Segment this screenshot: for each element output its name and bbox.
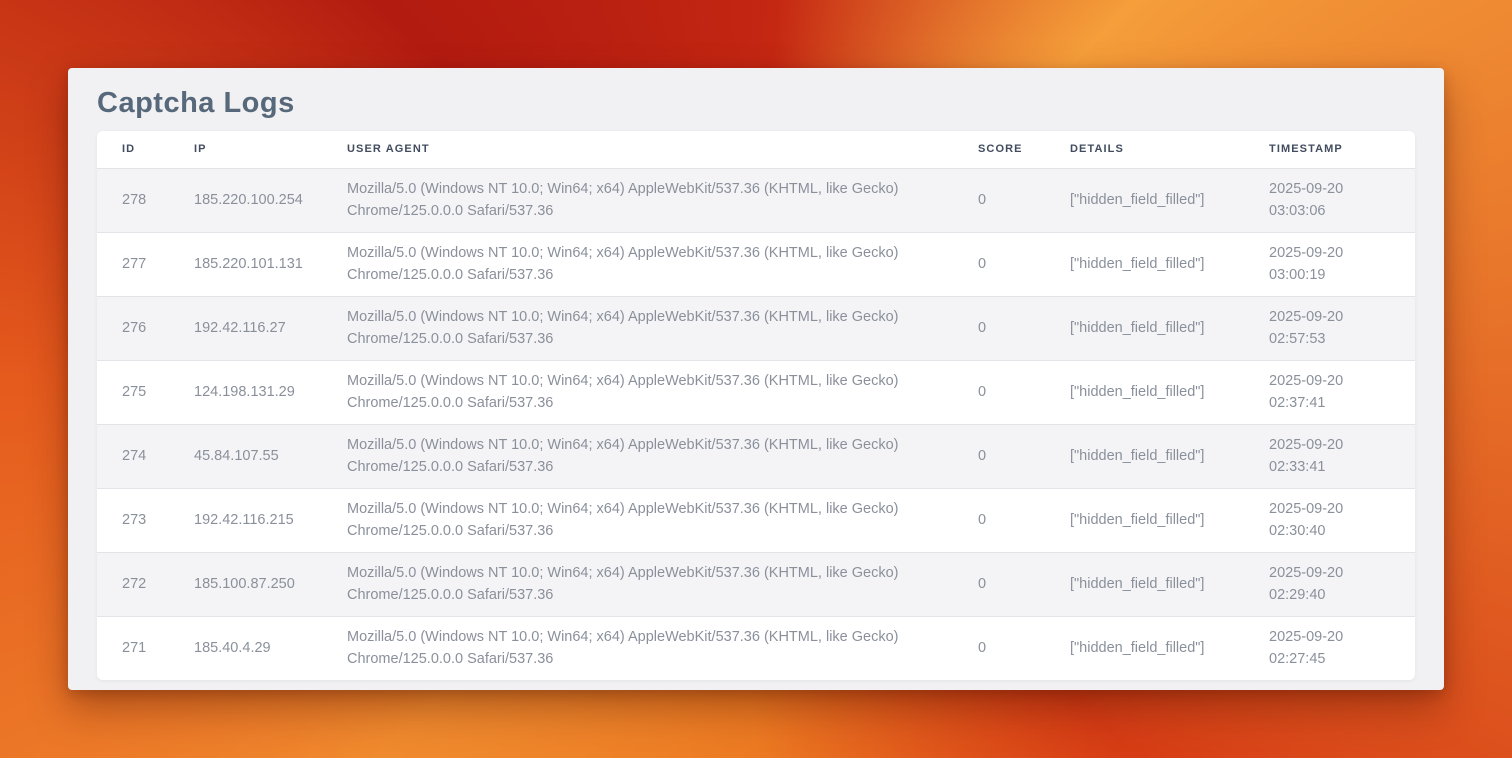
cell-id: 273: [97, 488, 194, 552]
table-row: 275 124.198.131.29 Mozilla/5.0 (Windows …: [97, 360, 1415, 424]
cell-id: 272: [97, 552, 194, 616]
cell-user-agent: Mozilla/5.0 (Windows NT 10.0; Win64; x64…: [347, 168, 978, 232]
cell-score: 0: [978, 616, 1070, 680]
table-row: 272 185.100.87.250 Mozilla/5.0 (Windows …: [97, 552, 1415, 616]
cell-ip: 185.100.87.250: [194, 552, 347, 616]
column-header: TIMESTAMP: [1269, 131, 1415, 168]
cell-score: 0: [978, 168, 1070, 232]
cell-user-agent: Mozilla/5.0 (Windows NT 10.0; Win64; x64…: [347, 296, 978, 360]
cell-id: 274: [97, 424, 194, 488]
cell-details: ["hidden_field_filled"]: [1070, 552, 1269, 616]
page-title: Captcha Logs: [97, 68, 1415, 122]
cell-user-agent: Mozilla/5.0 (Windows NT 10.0; Win64; x64…: [347, 424, 978, 488]
cell-timestamp: 2025-09-20 02:57:53: [1269, 296, 1415, 360]
captcha-logs-card[interactable]: Captcha Logs IDIPUSER AGENTSCOREDETAILST…: [68, 68, 1444, 690]
cell-score: 0: [978, 488, 1070, 552]
cell-timestamp: 2025-09-20 02:29:40: [1269, 552, 1415, 616]
table-body: 278 185.220.100.254 Mozilla/5.0 (Windows…: [97, 168, 1415, 680]
cell-ip: 185.220.101.131: [194, 232, 347, 296]
cell-timestamp: 2025-09-20 02:33:41: [1269, 424, 1415, 488]
cell-timestamp: 2025-09-20 02:30:40: [1269, 488, 1415, 552]
cell-user-agent: Mozilla/5.0 (Windows NT 10.0; Win64; x64…: [347, 360, 978, 424]
captcha-logs-table: IDIPUSER AGENTSCOREDETAILSTIMESTAMP 278 …: [97, 131, 1415, 680]
cell-ip: 124.198.131.29: [194, 360, 347, 424]
table-row: 278 185.220.100.254 Mozilla/5.0 (Windows…: [97, 168, 1415, 232]
table-row: 271 185.40.4.29 Mozilla/5.0 (Windows NT …: [97, 616, 1415, 680]
cell-ip: 45.84.107.55: [194, 424, 347, 488]
cell-ip: 192.42.116.215: [194, 488, 347, 552]
cell-timestamp: 2025-09-20 03:00:19: [1269, 232, 1415, 296]
table-header-row: IDIPUSER AGENTSCOREDETAILSTIMESTAMP: [97, 131, 1415, 168]
cell-timestamp: 2025-09-20 02:27:45: [1269, 616, 1415, 680]
cell-user-agent: Mozilla/5.0 (Windows NT 10.0; Win64; x64…: [347, 616, 978, 680]
cell-id: 271: [97, 616, 194, 680]
cell-user-agent: Mozilla/5.0 (Windows NT 10.0; Win64; x64…: [347, 552, 978, 616]
cell-details: ["hidden_field_filled"]: [1070, 488, 1269, 552]
cell-id: 276: [97, 296, 194, 360]
column-header: SCORE: [978, 131, 1070, 168]
cell-details: ["hidden_field_filled"]: [1070, 232, 1269, 296]
column-header: ID: [97, 131, 194, 168]
cell-details: ["hidden_field_filled"]: [1070, 360, 1269, 424]
cell-score: 0: [978, 552, 1070, 616]
cell-timestamp: 2025-09-20 03:03:06: [1269, 168, 1415, 232]
table-header: IDIPUSER AGENTSCOREDETAILSTIMESTAMP: [97, 131, 1415, 168]
column-header: USER AGENT: [347, 131, 978, 168]
cell-details: ["hidden_field_filled"]: [1070, 424, 1269, 488]
cell-ip: 185.220.100.254: [194, 168, 347, 232]
cell-id: 275: [97, 360, 194, 424]
logs-table-container: IDIPUSER AGENTSCOREDETAILSTIMESTAMP 278 …: [97, 131, 1415, 680]
cell-score: 0: [978, 296, 1070, 360]
cell-score: 0: [978, 232, 1070, 296]
cell-id: 278: [97, 168, 194, 232]
table-row: 274 45.84.107.55 Mozilla/5.0 (Windows NT…: [97, 424, 1415, 488]
table-row: 276 192.42.116.27 Mozilla/5.0 (Windows N…: [97, 296, 1415, 360]
cell-ip: 192.42.116.27: [194, 296, 347, 360]
table-row: 273 192.42.116.215 Mozilla/5.0 (Windows …: [97, 488, 1415, 552]
cell-score: 0: [978, 424, 1070, 488]
cell-user-agent: Mozilla/5.0 (Windows NT 10.0; Win64; x64…: [347, 488, 978, 552]
column-header: DETAILS: [1070, 131, 1269, 168]
cell-id: 277: [97, 232, 194, 296]
cell-details: ["hidden_field_filled"]: [1070, 168, 1269, 232]
column-header: IP: [194, 131, 347, 168]
cell-user-agent: Mozilla/5.0 (Windows NT 10.0; Win64; x64…: [347, 232, 978, 296]
cell-details: ["hidden_field_filled"]: [1070, 616, 1269, 680]
cell-details: ["hidden_field_filled"]: [1070, 296, 1269, 360]
cell-ip: 185.40.4.29: [194, 616, 347, 680]
table-row: 277 185.220.101.131 Mozilla/5.0 (Windows…: [97, 232, 1415, 296]
cell-timestamp: 2025-09-20 02:37:41: [1269, 360, 1415, 424]
cell-score: 0: [978, 360, 1070, 424]
